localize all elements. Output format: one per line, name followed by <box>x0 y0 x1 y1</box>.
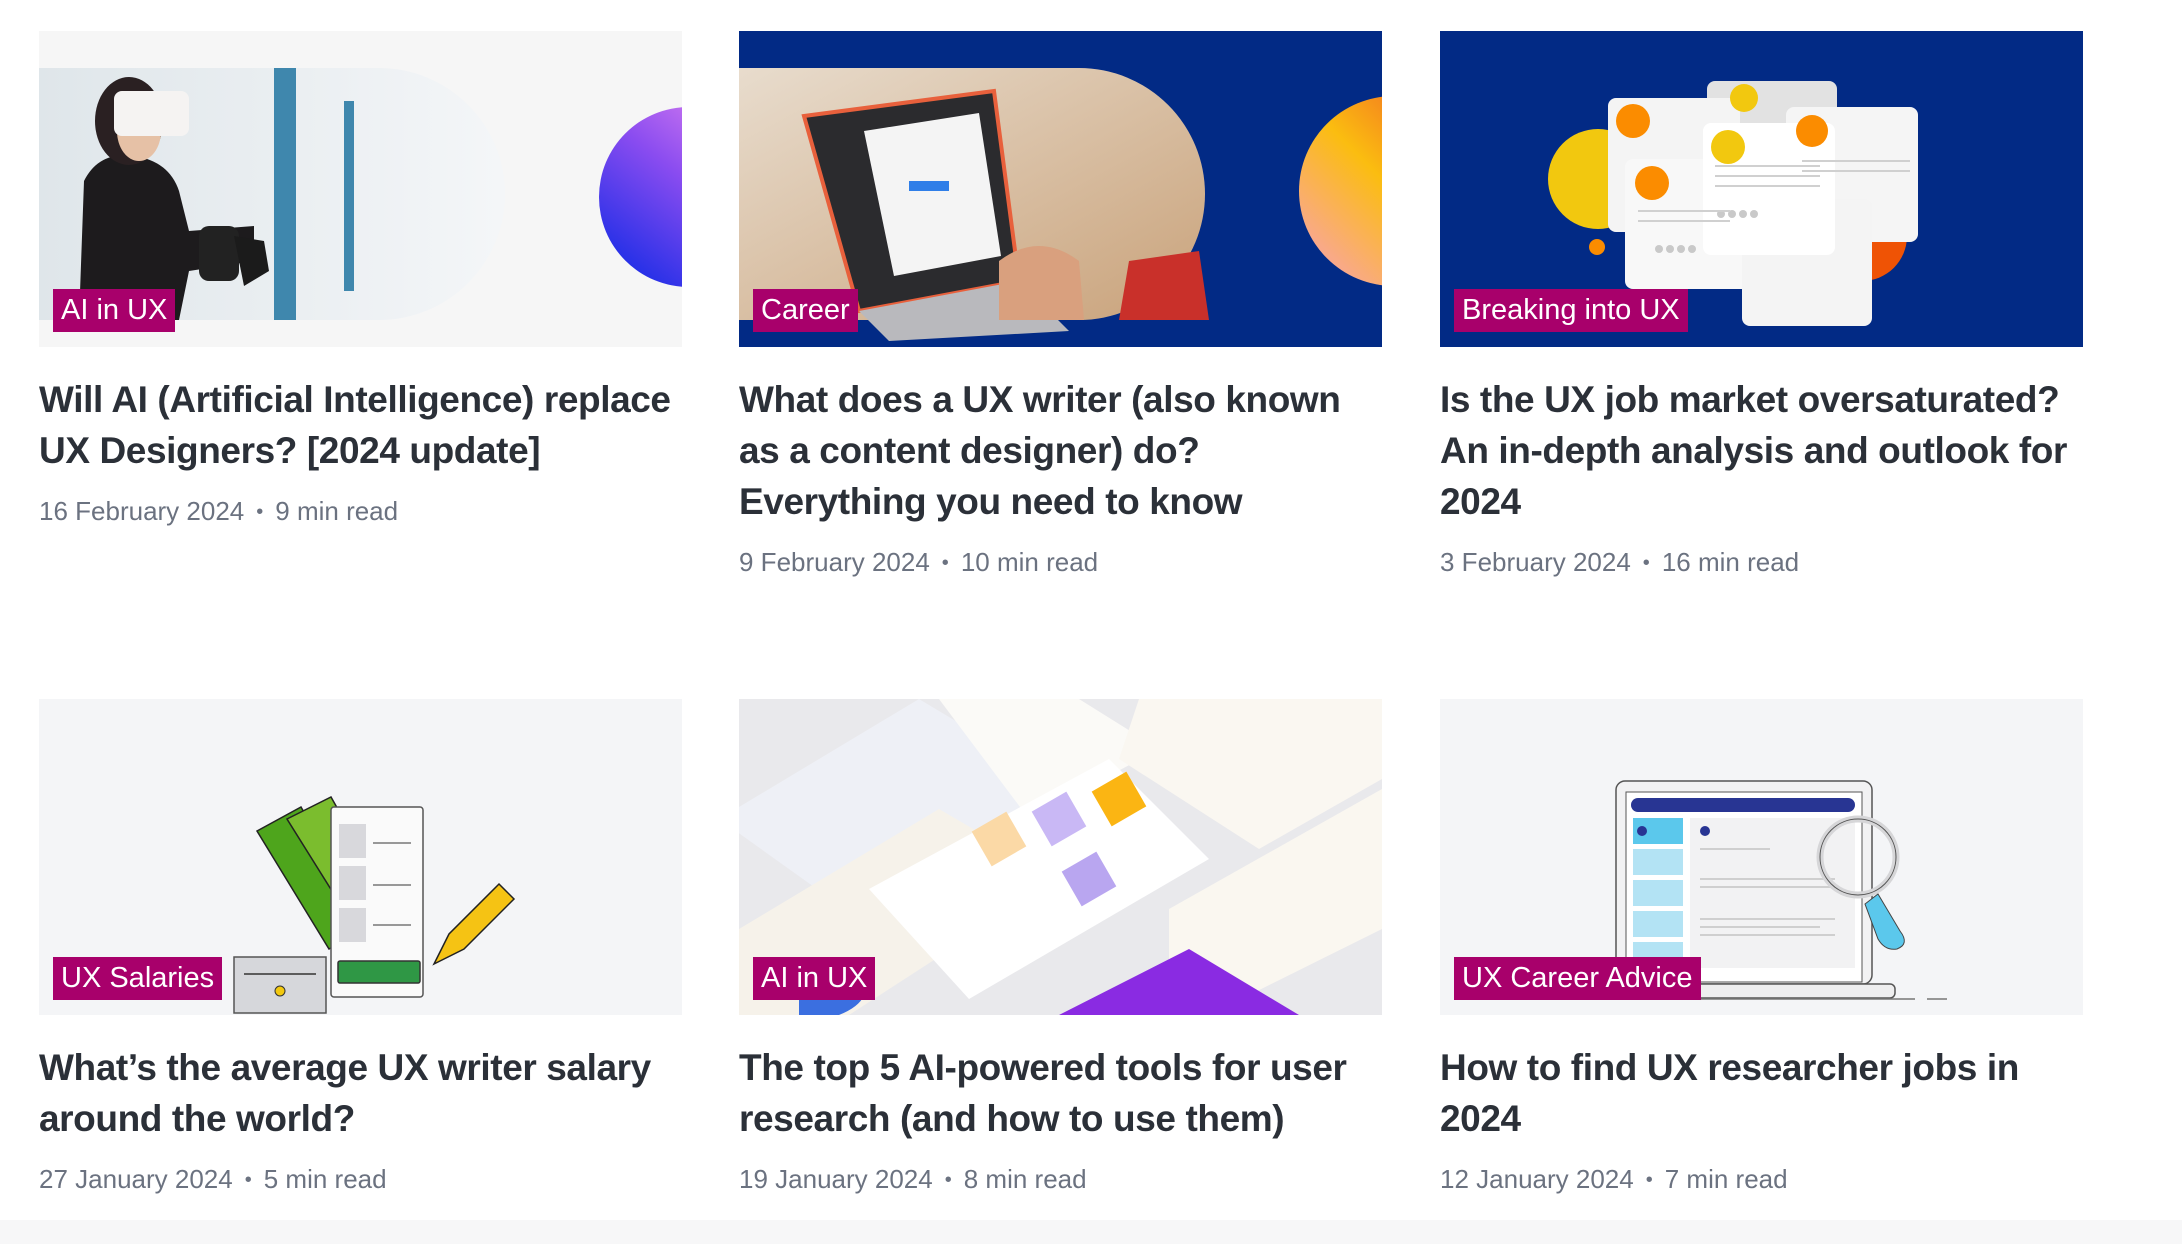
article-title[interactable]: Will AI (Artificial Intelligence) replac… <box>39 374 682 476</box>
article-meta: 9 February 2024 • 10 min read <box>739 545 1382 580</box>
article-date: 19 January 2024 <box>739 1164 933 1194</box>
article-read-time: 9 min read <box>275 496 399 526</box>
article-read-time: 8 min read <box>963 1164 1087 1194</box>
article-thumbnail[interactable]: AI in UX <box>39 31 682 347</box>
article-title[interactable]: How to find UX researcher jobs in 2024 <box>1440 1042 2083 1144</box>
article-thumbnail[interactable]: Breaking into UX <box>1440 31 2083 347</box>
article-card[interactable]: AI in UX The top 5 AI-powered tools for … <box>739 699 1382 1197</box>
article-thumbnail[interactable]: UX Salaries <box>39 699 682 1015</box>
separator-dot-icon: • <box>944 1169 952 1191</box>
article-card[interactable]: UX Career Advice How to find UX research… <box>1440 699 2083 1197</box>
article-title[interactable]: The top 5 AI-powered tools for user rese… <box>739 1042 1382 1144</box>
category-tag[interactable]: UX Salaries <box>53 957 223 1000</box>
category-tag[interactable]: AI in UX <box>753 957 876 1000</box>
separator-dot-icon: • <box>244 1169 252 1191</box>
article-thumbnail[interactable]: AI in UX <box>739 699 1382 1015</box>
separator-dot-icon: • <box>1642 552 1650 574</box>
article-title[interactable]: What does a UX writer (also known as a c… <box>739 374 1382 527</box>
article-thumbnail[interactable]: Career <box>739 31 1382 347</box>
category-tag[interactable]: AI in UX <box>53 289 176 332</box>
article-date: 27 January 2024 <box>39 1164 233 1194</box>
article-meta: 19 January 2024 • 8 min read <box>739 1162 1382 1197</box>
category-tag[interactable]: UX Career Advice <box>1454 957 1701 1000</box>
separator-dot-icon: • <box>256 501 264 523</box>
article-read-time: 16 min read <box>1661 547 1800 577</box>
article-thumbnail[interactable]: UX Career Advice <box>1440 699 2083 1015</box>
article-title[interactable]: Is the UX job market oversaturated? An i… <box>1440 374 2083 527</box>
article-date: 3 February 2024 <box>1440 547 1631 577</box>
article-read-time: 7 min read <box>1664 1164 1788 1194</box>
article-date: 12 January 2024 <box>1440 1164 1634 1194</box>
category-tag[interactable]: Career <box>753 289 858 332</box>
article-read-time: 10 min read <box>960 547 1099 577</box>
article-card[interactable]: Breaking into UX Is the UX job market ov… <box>1440 31 2083 580</box>
article-meta: 12 January 2024 • 7 min read <box>1440 1162 2083 1197</box>
article-title[interactable]: What’s the average UX writer salary arou… <box>39 1042 682 1144</box>
article-meta: 16 February 2024 • 9 min read <box>39 494 682 529</box>
article-card[interactable]: UX Salaries What’s the average UX writer… <box>39 699 682 1197</box>
page-footer-edge <box>0 1220 2182 1244</box>
article-read-time: 5 min read <box>263 1164 387 1194</box>
article-meta: 3 February 2024 • 16 min read <box>1440 545 2083 580</box>
separator-dot-icon: • <box>941 552 949 574</box>
article-meta: 27 January 2024 • 5 min read <box>39 1162 682 1197</box>
article-card[interactable]: AI in UX Will AI (Artificial Intelligenc… <box>39 31 682 529</box>
category-tag[interactable]: Breaking into UX <box>1454 289 1688 332</box>
article-card[interactable]: Career What does a UX writer (also known… <box>739 31 1382 580</box>
separator-dot-icon: • <box>1645 1169 1653 1191</box>
article-date: 16 February 2024 <box>39 496 245 526</box>
article-date: 9 February 2024 <box>739 547 930 577</box>
